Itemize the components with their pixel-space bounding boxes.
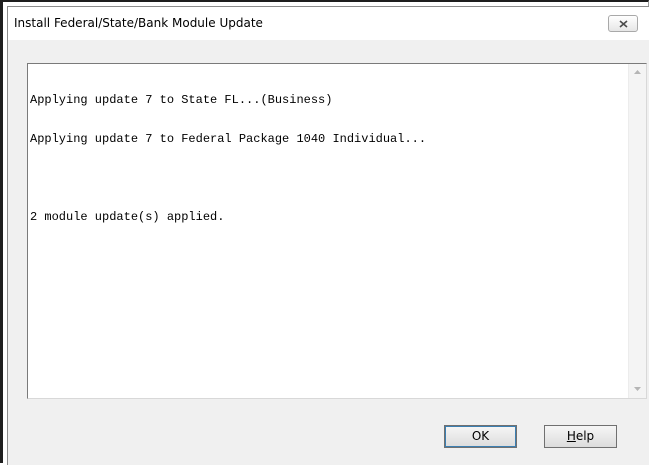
vertical-scrollbar[interactable] [628, 64, 646, 398]
help-mnemonic: H [566, 429, 576, 443]
close-button[interactable] [608, 15, 638, 32]
install-module-update-dialog: Install Federal/State/Bank Module Update… [7, 6, 649, 465]
log-line: Applying update 7 to State FL...(Busines… [30, 93, 333, 107]
scroll-down-button[interactable] [629, 381, 646, 398]
ok-button[interactable]: OK [444, 425, 517, 448]
update-log-text: Applying update 7 to State FL...(Busines… [30, 68, 620, 250]
update-log-textarea[interactable]: Applying update 7 to State FL...(Busines… [27, 63, 647, 399]
window-title: Install Federal/State/Bank Module Update [14, 16, 263, 30]
log-line: 2 module update(s) applied. [30, 210, 225, 224]
window-frame: Install Federal/State/Bank Module Update… [0, 0, 649, 465]
help-label-rest: elp [575, 429, 595, 443]
close-icon [619, 20, 628, 28]
help-button[interactable]: Help [544, 425, 617, 448]
log-line: Applying update 7 to Federal Package 104… [30, 132, 427, 146]
arrow-down-icon [634, 387, 641, 391]
scroll-up-button[interactable] [629, 64, 646, 81]
arrow-up-icon [634, 70, 641, 74]
title-bar: Install Federal/State/Bank Module Update [8, 7, 649, 40]
